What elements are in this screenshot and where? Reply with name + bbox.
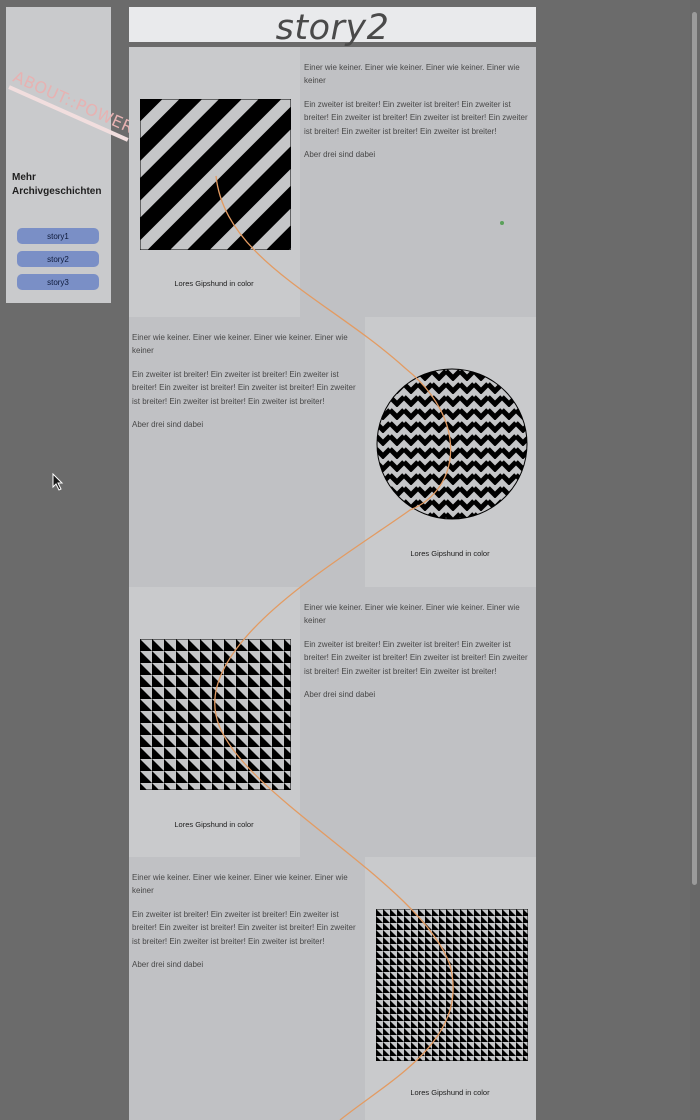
text-panel: Einer wie keiner. Einer wie keiner. Eine… bbox=[129, 857, 365, 1120]
paragraph-1: Einer wie keiner. Einer wie keiner. Eine… bbox=[132, 873, 348, 896]
paragraph-1: Einer wie keiner. Einer wie keiner. Eine… bbox=[132, 333, 348, 356]
story-section-3: Lores Gipshund in color Einer wie keiner… bbox=[129, 587, 536, 857]
paragraph-2: Ein zweiter ist breiter! Ein zweiter ist… bbox=[132, 909, 356, 946]
text-panel: Einer wie keiner. Einer wie keiner. Eine… bbox=[300, 47, 536, 317]
story2-button[interactable]: story2 bbox=[17, 251, 99, 267]
sidebar: ABOUT::POWER Mehr Archivgeschichten stor… bbox=[6, 7, 137, 303]
small-triangle-grid-image[interactable] bbox=[376, 909, 528, 1061]
mouse-cursor-icon bbox=[52, 473, 64, 491]
diagonal-stripes-image[interactable] bbox=[140, 99, 291, 250]
about-power-logo[interactable]: ABOUT::POWER bbox=[8, 67, 137, 142]
image-caption: Lores Gipshund in color bbox=[410, 549, 490, 558]
text-panel: Einer wie keiner. Einer wie keiner. Eine… bbox=[300, 587, 536, 857]
scrollbar-thumb[interactable] bbox=[692, 12, 697, 885]
paragraph-3: Aber drei sind dabei bbox=[132, 960, 204, 970]
paragraph-3: Aber drei sind dabei bbox=[132, 420, 204, 430]
image-panel: Lores Gipshund in color bbox=[129, 47, 300, 317]
paragraph-3: Aber drei sind dabei bbox=[304, 150, 376, 160]
story3-button[interactable]: story3 bbox=[17, 274, 99, 290]
image-panel: Lores Gipshund in color bbox=[365, 857, 536, 1120]
paragraph-1: Einer wie keiner. Einer wie keiner. Eine… bbox=[304, 603, 520, 626]
story-section-2: Einer wie keiner. Einer wie keiner. Eine… bbox=[129, 317, 536, 587]
triangle-grid-image[interactable] bbox=[140, 639, 291, 790]
page-title: story2 bbox=[275, 8, 390, 48]
image-panel: Lores Gipshund in color bbox=[129, 587, 300, 857]
paragraph-3: Aber drei sind dabei bbox=[304, 690, 376, 700]
story1-button[interactable]: story1 bbox=[17, 228, 99, 244]
more-stories-heading: Mehr Archivgeschichten bbox=[12, 172, 102, 197]
paragraph-1: Einer wie keiner. Einer wie keiner. Eine… bbox=[304, 63, 520, 86]
image-caption: Lores Gipshund in color bbox=[174, 279, 254, 288]
green-dot bbox=[500, 221, 504, 225]
image-caption: Lores Gipshund in color bbox=[410, 1088, 490, 1097]
story-section-1: Lores Gipshund in color Einer wie keiner… bbox=[129, 47, 536, 317]
paragraph-2: Ein zweiter ist breiter! Ein zweiter ist… bbox=[304, 99, 528, 136]
image-panel: Lores Gipshund in color bbox=[365, 317, 536, 587]
page-header: story2 bbox=[129, 7, 536, 47]
text-panel: Einer wie keiner. Einer wie keiner. Eine… bbox=[129, 317, 365, 587]
story-section-4: Einer wie keiner. Einer wie keiner. Eine… bbox=[129, 857, 536, 1120]
zigzag-circle-image[interactable] bbox=[376, 368, 528, 520]
image-caption: Lores Gipshund in color bbox=[174, 820, 254, 829]
paragraph-2: Ein zweiter ist breiter! Ein zweiter ist… bbox=[304, 639, 528, 676]
paragraph-2: Ein zweiter ist breiter! Ein zweiter ist… bbox=[132, 369, 356, 406]
